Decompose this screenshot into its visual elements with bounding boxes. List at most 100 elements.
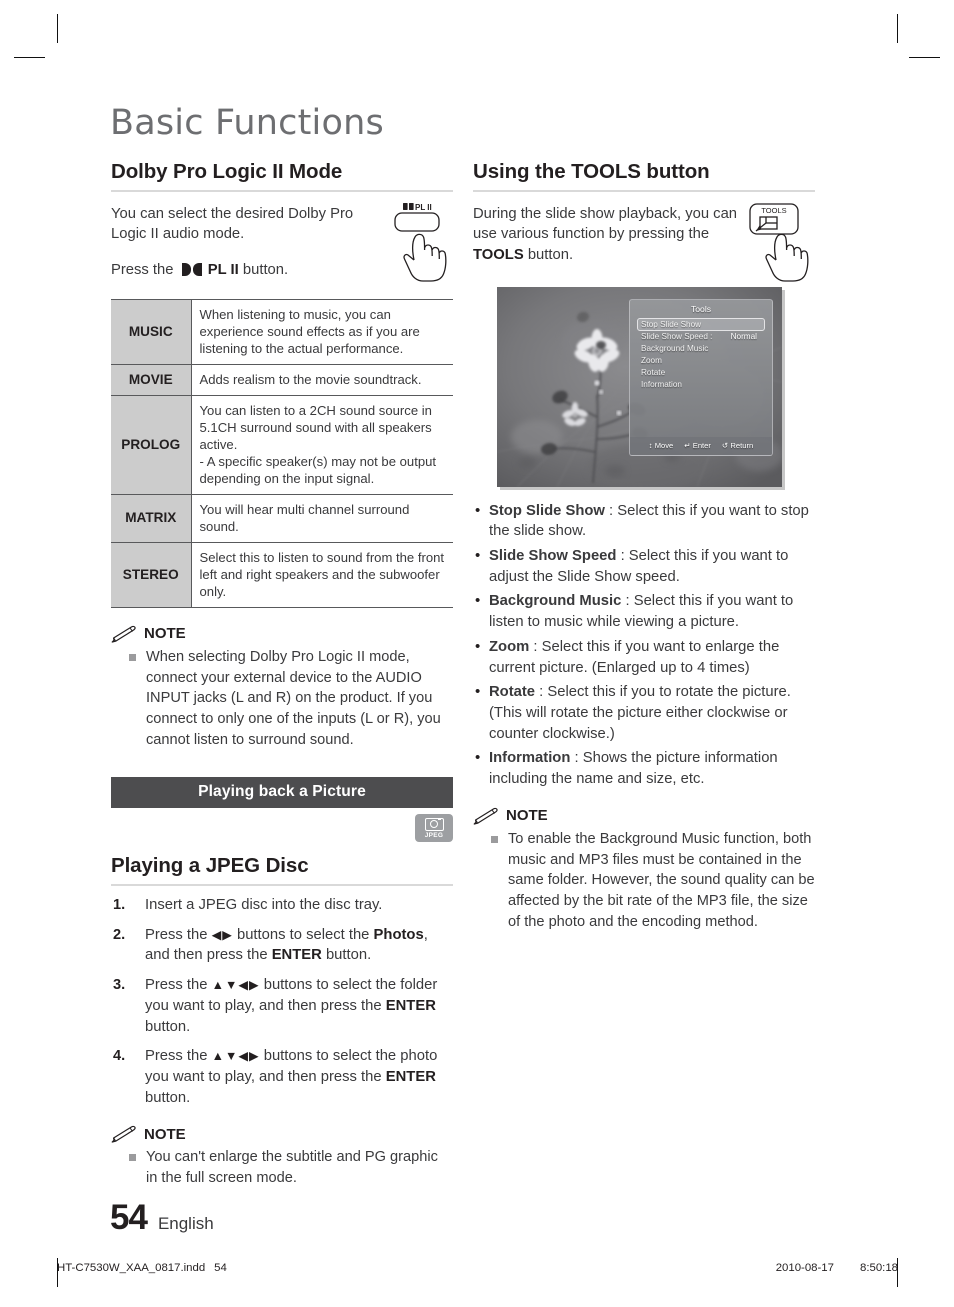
mode-name-cell: MOVIE [111,364,192,396]
page-number-block: 54 English [110,1198,214,1238]
mode-name-cell: PROLOG [111,395,192,495]
section-heading-tools: Using the TOOLS button [473,160,815,192]
osd-menu-item[interactable]: Rotate [637,367,765,379]
page-language: English [157,1214,214,1233]
tools-intro-bold: TOOLS [473,246,524,263]
option-term: Rotate [489,684,536,701]
osd-hint: ↵ Enter [684,441,711,450]
section-banner-playing-back-a-picture: Playing back a Picture [111,777,453,809]
tools-osd-menu[interactable]: Tools Stop Slide Show Slide Show Speed : N… [629,298,773,456]
osd-menu-item[interactable]: Slide Show Speed : Normal [637,331,765,343]
list-item: 2. Press the ◀▶ buttons to select the Pho… [111,925,453,966]
list-item: 4. Press the ▲▼◀▶ buttons to select the p… [111,1046,453,1108]
osd-menu-item[interactable]: Zoom [637,355,765,367]
step-text: Press the [145,1048,212,1065]
dolby-mode-table: MUSIC When listening to music, you can ex… [111,298,453,608]
remote-button-illustration-tools: TOOLS [742,200,828,284]
step-text: buttons to select the [232,926,374,943]
option-description: : Select this if you want to enlarge the… [489,638,780,676]
list-item: Information : Shows the picture informat… [473,747,815,789]
osd-menu-item[interactable]: Stop Slide Show [637,317,765,331]
hand-pressing-tools-button-icon: TOOLS [749,203,809,282]
note-label-2: NOTE [144,1125,186,1143]
note-item: When selecting Dolby Pro Logic II mode, … [111,647,453,751]
camera-icon [424,817,444,831]
tools-intro-text: During the slide show playback, you can … [473,204,741,266]
osd-menu-items[interactable]: Stop Slide Show Slide Show Speed : Normal B… [630,317,772,391]
osd-menu-item-label: Stop Slide Show [641,319,702,329]
step-text: Press the [145,926,212,943]
direction-arrows-icon: ◀▶ [211,927,233,942]
source-filename: HT-C7530W_XAA_0817.indd [57,1262,206,1274]
list-item: Slide Show Speed : Select this if you wa… [473,545,815,587]
pencil-icon [111,625,136,643]
step-text: button. [321,947,372,964]
osd-hint-label: Enter [690,440,711,450]
svg-text:PL II: PL II [415,203,432,212]
button-name: ENTER [271,947,322,964]
mode-description-cell: Select this to listen to sound from the … [191,542,453,608]
note-label-1: NOTE [144,625,186,643]
osd-hint: ↕ Move [649,441,673,450]
osd-footer-hints: ↕ Move ↵ Enter ↺ Return [630,436,772,455]
table-row: STEREO Select this to listen to sound fro… [111,542,453,608]
svg-text:TOOLS: TOOLS [761,206,786,215]
pencil-icon [473,807,498,825]
list-item: 3. Press the ▲▼◀▶ buttons to select the f… [111,975,453,1037]
osd-menu-item[interactable]: Information [637,379,765,391]
tools-option-list: Stop Slide Show : Select this if you wan… [473,500,815,790]
step-text: Press the [145,977,212,994]
note-item: To enable the Background Music function,… [473,829,815,933]
osd-menu-title: Tools [690,303,712,314]
direction-arrows-icon: ▲▼◀▶ [211,978,260,993]
manual-page: Basic Functions Dolby Pro Logic II Mode … [0,0,954,1307]
dolby-intro-text: You can select the desired Dolby Pro Log… [111,205,354,243]
option-term: Stop Slide Show [489,502,605,519]
left-column: Dolby Pro Logic II Mode You can select t… [111,160,453,1189]
list-item: Stop Slide Show : Select this if you wan… [473,500,815,542]
button-name: Photos [373,926,424,943]
mode-name-cell: MATRIX [111,494,192,543]
option-term: Background Music [489,593,622,610]
press-prefix: Press the [111,261,174,278]
tools-intro-suffix: button. [523,246,574,263]
osd-menu-item-label: Information [641,380,682,390]
mode-name-cell: MUSIC [111,298,192,365]
tools-intro-prefix: During the slide show playback, you can … [473,205,738,243]
step-text: Insert a JPEG disc into the disc tray. [145,897,383,914]
mode-description-cell: When listening to music, you can experie… [191,298,453,365]
table-row: MATRIX You will hear multi channel surrou… [111,494,453,543]
osd-menu-item-label: Zoom [641,356,662,366]
step-number: 1. [113,897,126,914]
step-number: 4. [113,1048,126,1065]
step-text: button. [145,1089,191,1106]
section-heading-dolby: Dolby Pro Logic II Mode [111,160,453,192]
page-title: Basic Functions [110,103,384,143]
option-term: Information [489,750,571,767]
osd-menu-item-label: Slide Show Speed : [641,332,713,342]
crop-mark-top-left-horizontal [14,57,45,58]
option-description: : Select this if you to rotate the pictu… [489,684,791,742]
mode-description-cell: Adds realism to the movie soundtrack. [191,364,453,396]
jpeg-badge-label: JPEG [424,831,444,839]
jpeg-media-badge: JPEG [415,814,453,843]
list-item: 1. Insert a JPEG disc into the disc tray. [111,895,453,916]
hand-pressing-plii-button-icon: PL II [394,203,447,282]
remote-button-illustration-plii: PL II [382,198,468,282]
direction-arrows-icon: ▲▼◀▶ [211,1049,260,1064]
jpeg-steps-list: 1. Insert a JPEG disc into the disc tray.… [111,895,453,1108]
mode-description-cell: You will hear multi channel surround sou… [191,494,453,543]
pencil-icon [111,1126,136,1143]
button-name: ENTER [385,1068,436,1085]
step-number: 2. [113,926,126,943]
osd-menu-item[interactable]: Background Music [637,343,765,355]
note-list-3: To enable the Background Music function,… [473,829,815,933]
step-number: 3. [113,977,126,994]
source-file-page: 54 [214,1262,227,1274]
crop-mark-top-left-vertical [57,14,58,43]
crop-mark-top-right-horizontal [909,57,940,58]
button-name: ENTER [385,997,436,1014]
osd-hint-label: Return [728,440,754,450]
option-term: Slide Show Speed [489,548,617,565]
note-heading-1: NOTE [111,625,453,643]
